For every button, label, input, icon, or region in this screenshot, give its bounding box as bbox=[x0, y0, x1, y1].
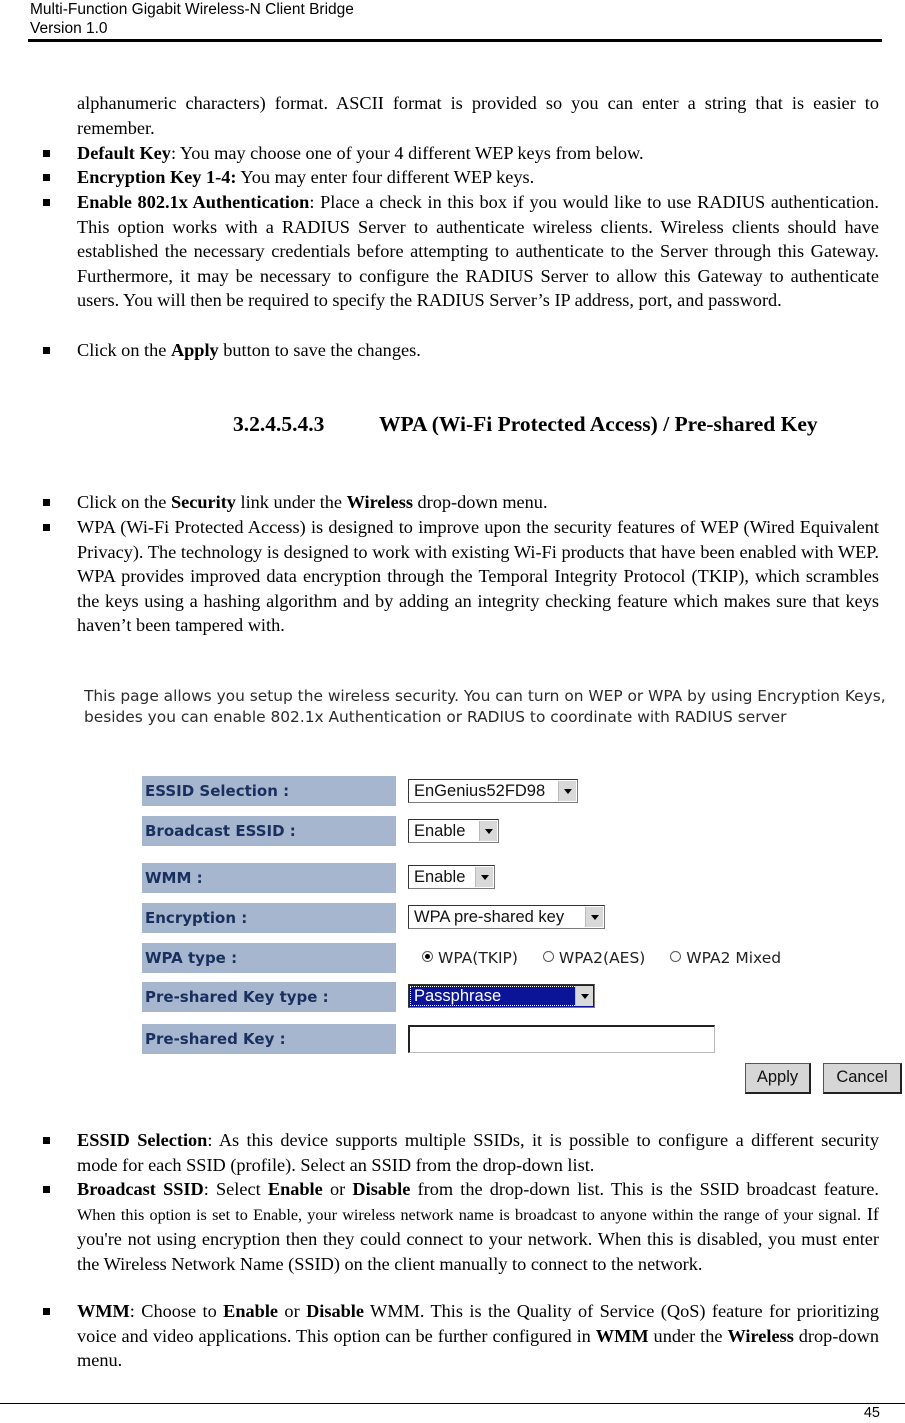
bullet-click-apply: Click on the Apply button to save the ch… bbox=[43, 338, 879, 363]
chevron-down-icon[interactable] bbox=[558, 781, 576, 801]
bullet-icon bbox=[43, 174, 50, 181]
header-version: Version 1.0 bbox=[30, 20, 108, 37]
chevron-down-icon[interactable] bbox=[575, 986, 593, 1006]
bullet-icon bbox=[43, 1186, 50, 1193]
bullet-text: You may enter four different WEP keys. bbox=[236, 167, 535, 187]
encryption-label: Encryption : bbox=[142, 903, 396, 933]
bullet-icon bbox=[43, 524, 50, 531]
psk-input[interactable] bbox=[408, 1025, 715, 1053]
page-description: This page allows you setup the wireless … bbox=[84, 687, 886, 726]
chevron-down-icon[interactable] bbox=[479, 821, 497, 841]
wmm-dropdown[interactable]: Enable bbox=[408, 865, 495, 889]
bullet-text: button to save the changes. bbox=[218, 340, 421, 360]
page-number: 45 bbox=[863, 1405, 880, 1421]
bullet-icon bbox=[43, 1308, 50, 1315]
radio-selected-icon[interactable] bbox=[422, 951, 433, 962]
bullet-essid-selection: ESSID Selection: As this device supports… bbox=[43, 1128, 879, 1177]
bullet-term: Default Key bbox=[77, 143, 171, 163]
wpa-type-label: WPA type : bbox=[142, 943, 396, 973]
radio-unselected-icon[interactable] bbox=[670, 951, 682, 962]
broadcast-essid-label: Broadcast ESSID : bbox=[142, 816, 396, 846]
psk-type-label: Pre-shared Key type : bbox=[142, 982, 396, 1012]
bullet-icon bbox=[43, 347, 50, 354]
radio-wpa-tkip[interactable]: WPA(TKIP) bbox=[422, 948, 518, 968]
header-rule bbox=[28, 39, 882, 42]
psk-type-dropdown[interactable]: Passphrase bbox=[408, 984, 595, 1008]
bullet-text: WPA (Wi-Fi Protected Access) is designed… bbox=[77, 517, 879, 636]
bullet-wpa-description: WPA (Wi-Fi Protected Access) is designed… bbox=[43, 515, 879, 638]
radio-unselected-icon[interactable] bbox=[542, 951, 554, 962]
wmm-label: WMM : bbox=[142, 863, 396, 893]
bullet-broadcast-ssid: Broadcast SSID: Select Enable or Disable… bbox=[43, 1177, 879, 1276]
bullet-default-key: Default Key: You may choose one of your … bbox=[43, 141, 879, 166]
encryption-dropdown[interactable]: WPA pre-shared key bbox=[408, 905, 605, 929]
bullet-wmm: WMM: Choose to Enable or Disable WMM. Th… bbox=[43, 1299, 879, 1373]
header-title: Multi-Function Gigabit Wireless-N Client… bbox=[30, 1, 354, 18]
wpa-type-radio-group: WPA(TKIP) WPA2(AES) WPA2 Mixed bbox=[422, 948, 801, 968]
footer-rule bbox=[0, 1403, 905, 1404]
cancel-button[interactable]: Cancel bbox=[823, 1063, 902, 1094]
bullet-term: Enable 802.1x Authentication bbox=[77, 192, 310, 212]
apply-button[interactable]: Apply bbox=[745, 1063, 811, 1094]
bullet-icon bbox=[43, 499, 50, 506]
bullet-icon bbox=[43, 199, 50, 206]
bullet-icon bbox=[43, 150, 50, 157]
chevron-down-icon[interactable] bbox=[585, 907, 603, 927]
bullet-icon bbox=[43, 1137, 50, 1144]
bullet-encryption-key: Encryption Key 1-4: You may enter four d… bbox=[43, 165, 879, 190]
bullet-term: Encryption Key 1-4: bbox=[77, 167, 237, 187]
radio-wpa2-mixed[interactable]: WPA2 Mixed bbox=[670, 948, 781, 968]
bullet-enable-8021x: Enable 802.1x Authentication: Place a ch… bbox=[43, 190, 879, 313]
radio-wpa2-aes[interactable]: WPA2(AES) bbox=[542, 948, 645, 968]
bullet-click-security: Click on the Security link under the Wir… bbox=[43, 490, 879, 515]
section-number: 3.2.4.5.4.3 bbox=[233, 412, 325, 436]
section-title: WPA (Wi-Fi Protected Access) / Pre-share… bbox=[379, 412, 818, 436]
bullet-text: : You may choose one of your 4 different… bbox=[170, 143, 644, 163]
chevron-down-icon[interactable] bbox=[475, 867, 493, 887]
document-header: Multi-Function Gigabit Wireless-N Client… bbox=[30, 0, 354, 38]
psk-label: Pre-shared Key : bbox=[142, 1024, 396, 1054]
bullet-term: Apply bbox=[170, 340, 219, 360]
essid-selection-dropdown[interactable]: EnGenius52FD98 bbox=[408, 779, 578, 803]
intro-paragraph: alphanumeric characters) format. ASCII f… bbox=[77, 93, 879, 138]
essid-selection-label: ESSID Selection : bbox=[142, 776, 396, 806]
broadcast-essid-dropdown[interactable]: Enable bbox=[408, 819, 499, 843]
security-settings-screenshot: This page allows you setup the wireless … bbox=[78, 684, 905, 1096]
